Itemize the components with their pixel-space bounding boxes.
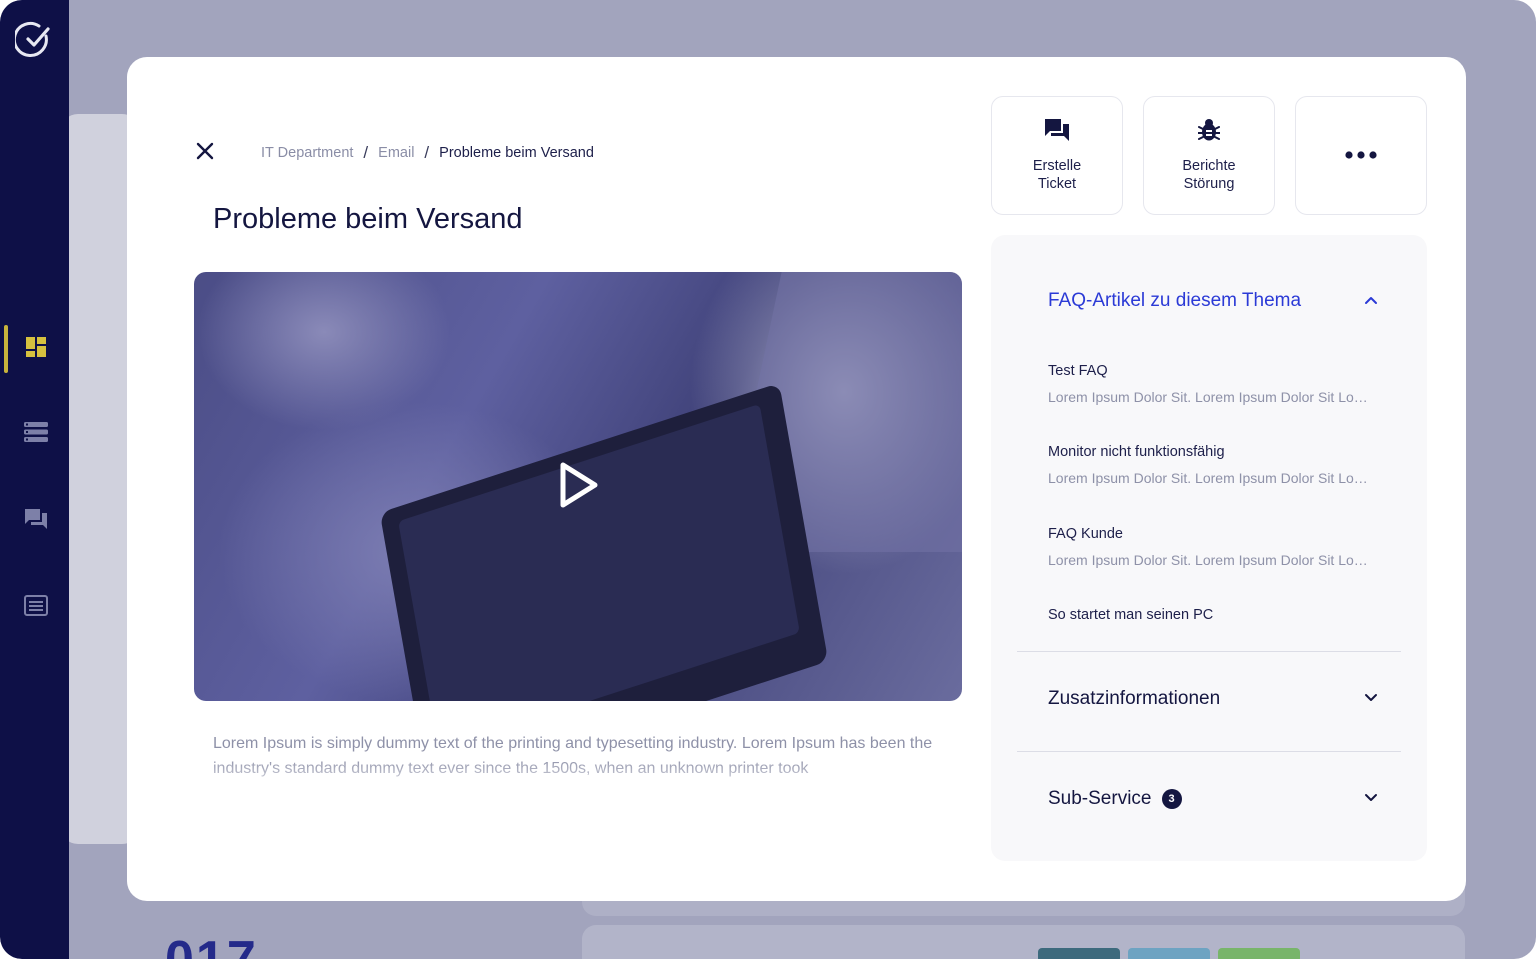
sidebar bbox=[0, 0, 69, 959]
background-tag bbox=[1128, 948, 1210, 959]
background-number: 017 bbox=[165, 930, 258, 959]
breadcrumb-item[interactable]: Email bbox=[378, 145, 414, 161]
more-options-button[interactable] bbox=[1295, 96, 1427, 215]
play-icon bbox=[559, 461, 599, 514]
faq-section-title: FAQ-Artikel zu diesem Thema bbox=[1048, 290, 1302, 311]
faq-section-header[interactable]: FAQ-Artikel zu diesem Thema bbox=[1048, 290, 1378, 312]
faq-item-title: So startet man seinen PC bbox=[1048, 607, 1214, 623]
sidebar-item-documents[interactable] bbox=[20, 592, 52, 624]
section-title-text: Sub-Service bbox=[1048, 788, 1152, 809]
background-tag bbox=[1038, 948, 1120, 959]
faq-item-title: Test FAQ bbox=[1048, 363, 1108, 379]
section-title: Sub-Service 3 bbox=[1048, 788, 1182, 810]
faq-item-title: Monitor nicht funktionsfähig bbox=[1048, 444, 1225, 460]
faq-item[interactable]: Monitor nicht funktionsfähig Lorem Ipsum… bbox=[1048, 444, 1378, 486]
faq-item-excerpt: Lorem Ipsum Dolor Sit. Lorem Ipsum Dolor… bbox=[1048, 552, 1370, 568]
info-panel: FAQ-Artikel zu diesem Thema Test FAQ Lor… bbox=[991, 235, 1427, 861]
faq-item-excerpt: Lorem Ipsum Dolor Sit. Lorem Ipsum Dolor… bbox=[1048, 470, 1370, 486]
close-icon bbox=[196, 142, 214, 165]
sidebar-item-chat[interactable] bbox=[20, 505, 52, 537]
faq-item[interactable]: Test FAQ Lorem Ipsum Dolor Sit. Lorem Ip… bbox=[1048, 363, 1378, 405]
background-tags bbox=[1038, 948, 1300, 959]
section-title-text: Zusatzinformationen bbox=[1048, 688, 1221, 709]
video-player[interactable] bbox=[194, 272, 962, 701]
chevron-down-icon bbox=[1364, 790, 1378, 808]
create-ticket-label: Erstelle Ticket bbox=[1032, 158, 1082, 192]
description-text: Lorem Ipsum is simply dummy text of the … bbox=[213, 735, 933, 777]
app-screen: 017 bbox=[0, 0, 1536, 959]
service-detail-modal: IT Department / Email / Probleme beim Ve… bbox=[127, 57, 1466, 901]
divider bbox=[1017, 751, 1401, 752]
divider bbox=[1017, 651, 1401, 652]
count-badge: 3 bbox=[1161, 789, 1182, 809]
additional-info-section-header[interactable]: Zusatzinformationen bbox=[1048, 688, 1378, 710]
chat-icon bbox=[1044, 118, 1070, 147]
chevron-up-icon bbox=[1364, 292, 1378, 310]
more-icon bbox=[1345, 147, 1377, 165]
breadcrumb-separator: / bbox=[363, 143, 369, 162]
faq-item-title: FAQ Kunde bbox=[1048, 526, 1123, 542]
breadcrumb-item[interactable]: IT Department bbox=[261, 145, 353, 161]
bug-icon bbox=[1197, 118, 1221, 147]
section-title: Zusatzinformationen bbox=[1048, 688, 1220, 710]
document-icon bbox=[24, 594, 48, 622]
faq-item[interactable]: So startet man seinen PC bbox=[1048, 607, 1378, 623]
breadcrumb-separator: / bbox=[424, 143, 430, 162]
faq-item[interactable]: FAQ Kunde Lorem Ipsum Dolor Sit. Lorem I… bbox=[1048, 526, 1378, 568]
sidebar-item-dashboard[interactable] bbox=[20, 333, 52, 365]
play-button[interactable] bbox=[554, 462, 604, 512]
breadcrumb-current: Probleme beim Versand bbox=[439, 145, 594, 161]
report-incident-button[interactable]: Berichte Störung bbox=[1143, 96, 1275, 215]
page-title: Probleme beim Versand bbox=[213, 203, 523, 235]
sidebar-item-list[interactable] bbox=[20, 418, 52, 450]
close-button[interactable] bbox=[193, 141, 217, 165]
dashboard-icon bbox=[25, 336, 47, 363]
create-ticket-button[interactable]: Erstelle Ticket bbox=[991, 96, 1123, 215]
app-logo-icon[interactable] bbox=[12, 20, 55, 60]
chat-icon bbox=[24, 507, 48, 536]
breadcrumb: IT Department / Email / Probleme beim Ve… bbox=[261, 143, 594, 163]
background-tag bbox=[1218, 948, 1300, 959]
background-card bbox=[582, 925, 1465, 959]
report-incident-label: Berichte Störung bbox=[1182, 158, 1236, 192]
faq-item-excerpt: Lorem Ipsum Dolor Sit. Lorem Ipsum Dolor… bbox=[1048, 389, 1370, 405]
sub-service-section-header[interactable]: Sub-Service 3 bbox=[1048, 788, 1378, 810]
list-icon bbox=[24, 421, 48, 448]
active-indicator bbox=[4, 325, 8, 373]
chevron-down-icon bbox=[1364, 690, 1378, 708]
